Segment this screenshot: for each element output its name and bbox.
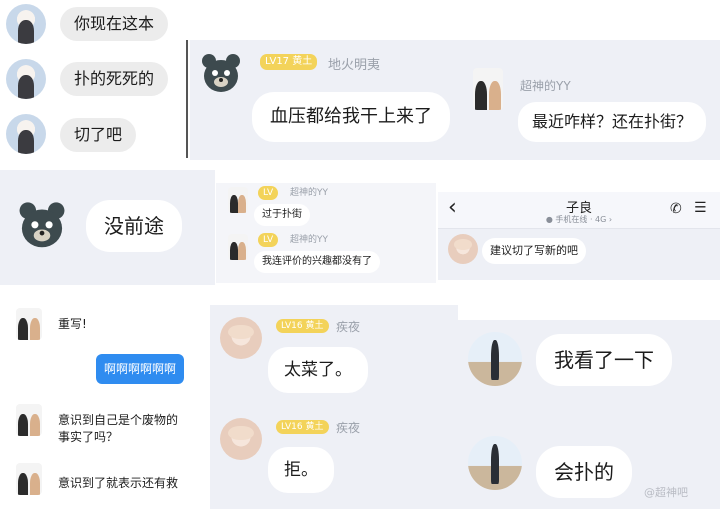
message-bubble: 拒。 [268,447,334,493]
message-bubble-sent: 啊啊啊啊啊啊 [96,354,185,384]
message-text: 重写! [58,317,87,331]
panel-chat-8: LV16 黄土 疾夜 太菜了。 LV16 黄土 疾夜 拒。 [210,305,458,509]
panel-chat-4: 没前途 [0,170,215,285]
menu-icon[interactable]: ☰ [694,200,707,216]
sender-name: 超神的YY [520,79,571,93]
level-badge: LV [258,233,279,247]
message-bubble: 扑的死死的 [60,62,169,96]
divider [186,40,188,158]
level-badge: LV16 黄土 [276,319,329,333]
watermark: @超神吧 [644,486,688,499]
avatar[interactable] [468,332,522,386]
sender-name: 疾夜 [336,320,361,334]
bear-icon [19,202,65,248]
panel-chat-6: ‹ 子良 ● 手机在线 · 4G › ✆ ☰ 建议切了写新的吧 [438,192,720,280]
sender-name: 超神的YY [290,188,328,198]
message-text: 事实了吗？ [58,430,119,444]
message-bubble: 最近咋样？还在扑街？ [518,102,707,142]
avatar[interactable] [228,187,248,213]
avatar[interactable] [228,234,248,260]
bear-avatar[interactable] [16,200,68,252]
message-bubble: 我连评价的兴趣都没有了 [254,251,380,273]
message-bubble: 切了吧 [60,118,137,152]
panel-chat-7: 重写! 啊啊啊啊啊啊 意识到自己是个废物的 事实了吗？ 意识到了就表示还有救 [0,298,210,509]
message-bubble: 过于扑街 [254,204,310,226]
panel-chat-9: 我看了一下 会扑的 @超神吧 [458,320,720,509]
avatar[interactable] [468,436,522,490]
message-bubble: 血压都给我干上来了 [252,92,450,142]
bear-avatar[interactable] [200,52,242,96]
avatar[interactable] [220,317,262,359]
level-badge: LV16 黄土 [276,420,329,434]
sender-name: 地火明夷 [328,58,381,73]
avatar[interactable] [6,59,46,99]
panel-chat-2: LV17 黄土 地火明夷 血压都给我干上来了 [190,40,463,160]
message-bubble: 会扑的 [536,446,632,498]
panel-chat-5: LV 超神的YY 过于扑街 LV 超神的YY 我连评价的兴趣都没有了 [216,183,436,283]
avatar[interactable] [16,308,42,340]
chat-header: ‹ 子良 ● 手机在线 · 4G › ✆ ☰ [438,192,720,229]
sender-name: 疾夜 [336,421,361,435]
avatar[interactable] [16,463,42,495]
message-text: 意识到自己是个废物的 [58,413,179,427]
avatar[interactable] [6,4,46,44]
message-bubble: 没前途 [86,200,182,252]
sender-name: 超神的YY [290,235,328,245]
avatar[interactable] [473,68,503,110]
phone-icon[interactable]: ✆ [670,201,682,217]
avatar[interactable] [448,234,478,264]
message-text: 意识到了就表示还有救 [58,476,179,490]
avatar[interactable] [220,418,262,460]
message-bubble: 你现在这本 [60,7,169,41]
message-bubble: 我看了一下 [536,334,672,386]
panel-chat-1: 你现在这本 扑的死死的 切了吧 [0,0,185,160]
message-bubble: 太菜了。 [268,347,368,393]
message-bubble: 建议切了写新的吧 [482,238,586,264]
level-badge: LV [258,186,279,200]
level-badge: LV17 黄土 [260,54,318,70]
panel-chat-3: 超神的YY 最近咋样？还在扑街？ [463,40,720,160]
avatar[interactable] [16,404,42,436]
bear-icon [202,54,240,92]
avatar[interactable] [6,114,46,154]
